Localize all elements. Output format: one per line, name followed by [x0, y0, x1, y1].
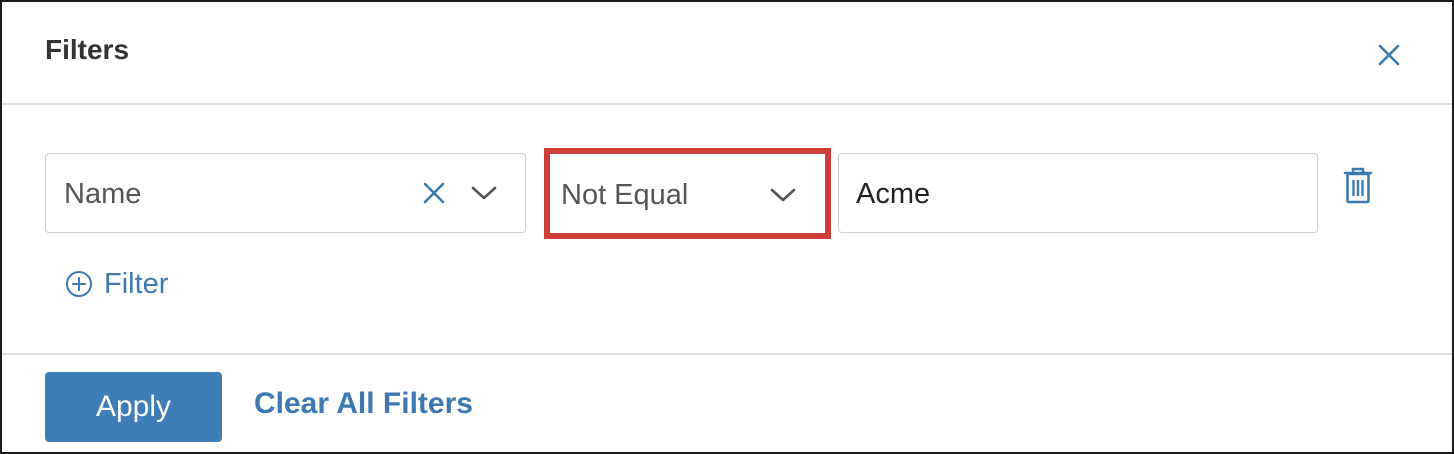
chevron-down-icon[interactable]: [769, 184, 797, 206]
filter-field-select[interactable]: Name: [45, 153, 526, 233]
footer-divider: [2, 353, 1452, 355]
filter-value-text: Acme: [856, 178, 931, 210]
clear-all-filters-link[interactable]: Clear All Filters: [254, 387, 473, 421]
dialog-title: Filters: [45, 34, 130, 65]
filters-dialog: Filters Name Not Equal Acme Filter Apply…: [0, 0, 1454, 454]
filter-field-value: Name: [64, 178, 142, 210]
dialog-header: Filters: [2, 2, 1452, 105]
filter-value-input[interactable]: Acme: [838, 153, 1318, 233]
plus-circle-icon: [65, 270, 93, 298]
trash-icon[interactable]: [1341, 166, 1375, 206]
add-filter-button[interactable]: Filter: [65, 264, 168, 304]
filter-operator-select[interactable]: Not Equal: [544, 148, 831, 239]
chevron-down-icon[interactable]: [470, 182, 498, 204]
clear-icon[interactable]: [420, 179, 448, 207]
apply-button[interactable]: Apply: [45, 372, 222, 442]
close-icon[interactable]: [1374, 40, 1404, 70]
add-filter-label: Filter: [104, 267, 169, 300]
filter-operator-value: Not Equal: [561, 179, 689, 211]
